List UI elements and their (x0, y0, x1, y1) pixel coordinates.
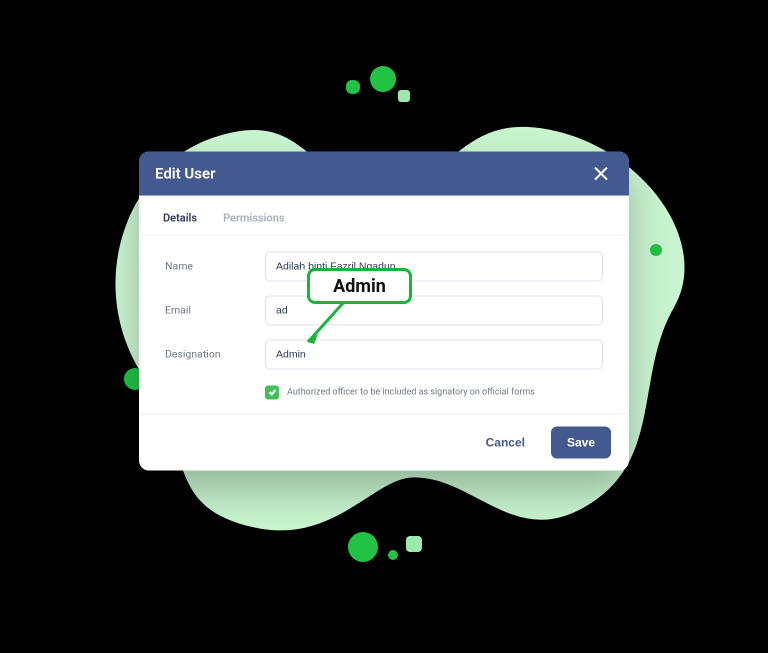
email-label: Email (165, 304, 265, 317)
decorative-dot (348, 532, 378, 562)
decorative-dot (388, 550, 398, 560)
name-label: Name (165, 260, 265, 273)
tab-bar: Details Permissions (139, 195, 629, 235)
edit-user-modal: Edit User Details Permissions Name Email… (139, 151, 629, 470)
designation-input[interactable] (265, 339, 603, 369)
designation-label: Designation (165, 348, 265, 361)
close-icon (593, 165, 609, 181)
tab-permissions[interactable]: Permissions (221, 205, 286, 234)
authorized-officer-row: Authorized officer to be included as sig… (265, 383, 603, 405)
authorized-officer-checkbox[interactable] (265, 385, 279, 399)
form-row-name: Name (165, 251, 603, 281)
decorative-square (406, 536, 422, 552)
save-button[interactable]: Save (551, 426, 611, 458)
decorative-dot (370, 66, 396, 92)
name-input[interactable] (265, 251, 603, 281)
email-input[interactable] (265, 295, 603, 325)
modal-footer: Cancel Save (139, 413, 629, 470)
close-button[interactable] (589, 161, 613, 185)
decorative-square (398, 90, 410, 102)
check-icon (268, 388, 277, 397)
decorative-dot (650, 244, 662, 256)
modal-title: Edit User (155, 164, 215, 182)
form-row-email: Email (165, 295, 603, 325)
form-row-designation: Designation (165, 339, 603, 369)
modal-header: Edit User (139, 151, 629, 195)
decorative-square (346, 80, 361, 95)
cancel-button[interactable]: Cancel (470, 426, 541, 458)
form-body: Name Email Designation Authorized office… (139, 235, 629, 413)
authorized-officer-label: Authorized officer to be included as sig… (287, 387, 535, 397)
tab-details[interactable]: Details (161, 205, 199, 234)
